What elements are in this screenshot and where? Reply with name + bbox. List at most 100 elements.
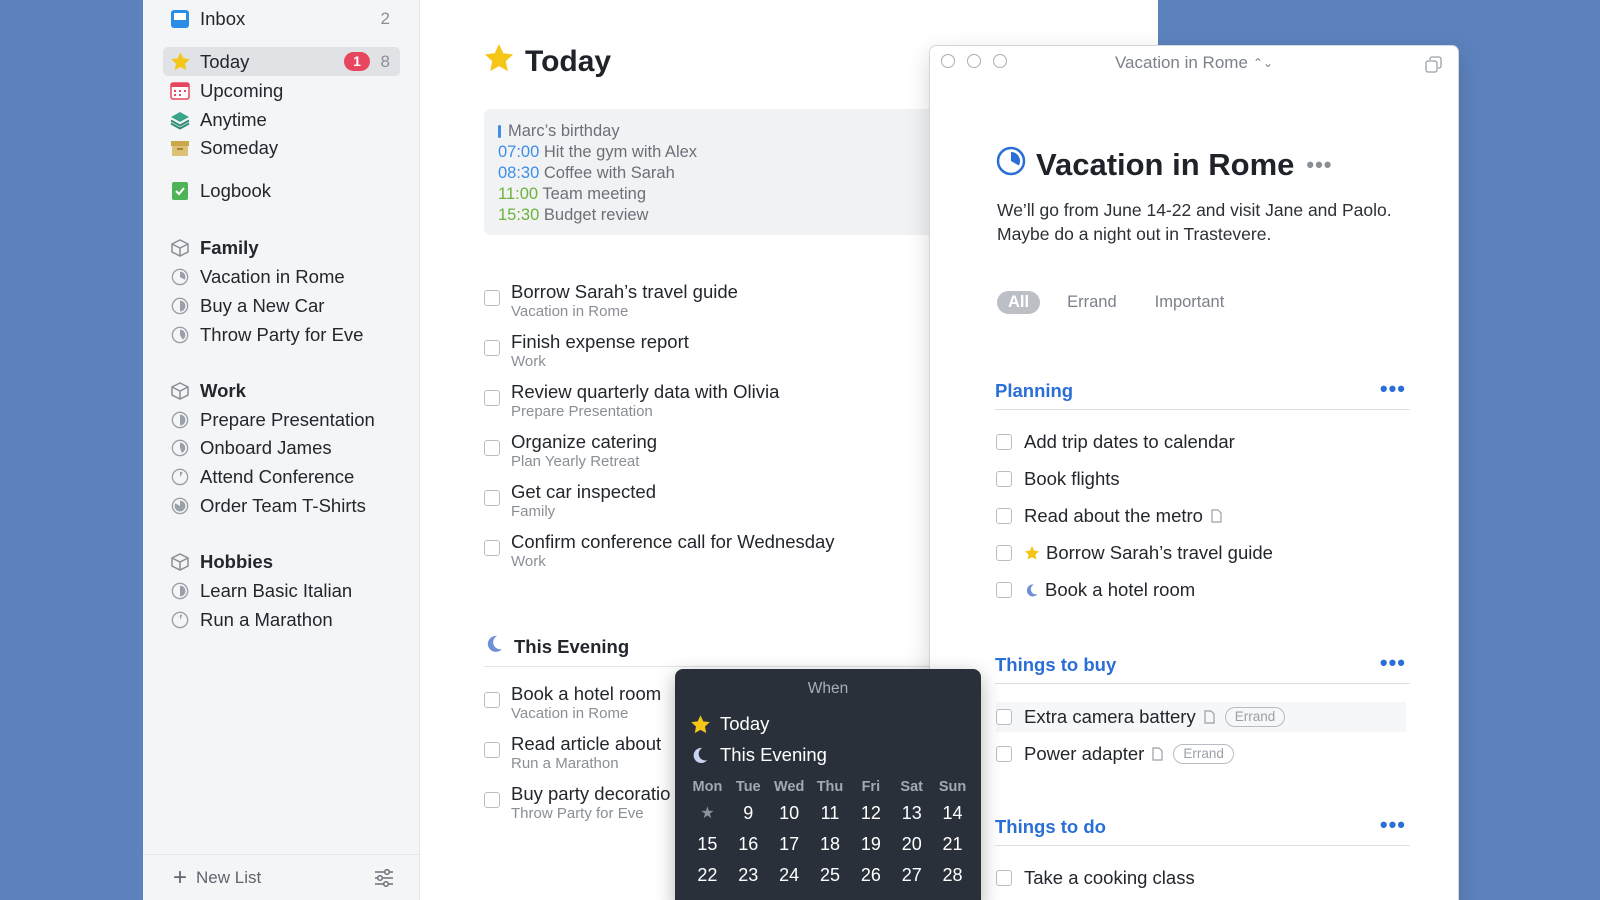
task-title: Extra camera battery: [1024, 706, 1196, 727]
task-checkbox[interactable]: [996, 508, 1012, 524]
task-title: Borrow Sarah’s travel guide: [511, 281, 738, 302]
sidebar-project[interactable]: Vacation in Rome: [163, 262, 400, 291]
today-star-date[interactable]: ★: [687, 803, 728, 824]
task-checkbox[interactable]: [996, 709, 1012, 725]
task-checkbox[interactable]: [484, 290, 500, 306]
sidebar-project[interactable]: Buy a New Car: [163, 291, 400, 320]
page-title: Today: [483, 42, 611, 82]
calendar-date[interactable]: 9: [728, 803, 769, 824]
heading-planning[interactable]: Planning •••: [995, 376, 1410, 410]
list-item[interactable]: Power adapter Errand: [996, 739, 1234, 769]
sidebar-item-today[interactable]: Today 1 8: [163, 47, 400, 76]
heading-things-to-buy[interactable]: Things to buy •••: [995, 650, 1410, 684]
task-checkbox[interactable]: [484, 742, 500, 758]
calendar-date[interactable]: 21: [932, 834, 973, 855]
calendar-date[interactable]: 22: [687, 865, 728, 886]
task-title: Power adapter: [1024, 743, 1145, 764]
list-item[interactable]: Organize catering Plan Yearly Retreat: [484, 431, 914, 475]
sidebar-item-upcoming[interactable]: Upcoming: [163, 76, 400, 105]
calendar-date[interactable]: 19: [850, 834, 891, 855]
task-checkbox[interactable]: [996, 471, 1012, 487]
event-time: 11:00: [498, 185, 539, 203]
area-family[interactable]: Family: [163, 233, 400, 262]
task-checkbox[interactable]: [484, 390, 500, 406]
sidebar-project[interactable]: Attend Conference: [163, 462, 400, 491]
new-list-button[interactable]: New List: [196, 868, 261, 888]
task-checkbox[interactable]: [484, 792, 500, 808]
task-checkbox[interactable]: [996, 545, 1012, 561]
sidebar-project[interactable]: Onboard James: [163, 433, 400, 462]
calendar-date[interactable]: 16: [728, 834, 769, 855]
calendar-icon: [169, 80, 191, 102]
calendar-date[interactable]: 12: [850, 803, 891, 824]
calendar-date[interactable]: 15: [687, 834, 728, 855]
calendar-date[interactable]: 14: [932, 803, 973, 824]
task-checkbox[interactable]: [484, 540, 500, 556]
when-option-this-evening[interactable]: This Evening: [690, 744, 827, 766]
sidebar-item-someday[interactable]: Someday: [163, 133, 400, 162]
calendar-date[interactable]: 28: [932, 865, 973, 886]
sidebar-project[interactable]: Throw Party for Eve: [163, 320, 400, 349]
calendar-date[interactable]: 17: [769, 834, 810, 855]
task-checkbox[interactable]: [484, 440, 500, 456]
more-options-icon[interactable]: •••: [1380, 376, 1406, 402]
list-item[interactable]: Finish expense report Work: [484, 331, 914, 375]
calendar-date[interactable]: 26: [850, 865, 891, 886]
sidebar-item-logbook[interactable]: Logbook: [163, 176, 400, 205]
project-notes[interactable]: We’ll go from June 14-22 and visit Jane …: [997, 198, 1397, 246]
list-item[interactable]: Take a cooking class: [996, 863, 1195, 893]
calendar-date[interactable]: 27: [891, 865, 932, 886]
copy-window-icon[interactable]: [1425, 56, 1442, 78]
sidebar-project[interactable]: Prepare Presentation: [163, 405, 400, 434]
calendar-date[interactable]: 13: [891, 803, 932, 824]
list-item[interactable]: Borrow Sarah’s travel guide Vacation in R…: [484, 281, 914, 325]
heading-things-to-do[interactable]: Things to do •••: [995, 812, 1410, 846]
area-label: Hobbies: [200, 550, 273, 572]
list-item[interactable]: Confirm conference call for Wednesday Wor…: [484, 531, 914, 575]
calendar-date[interactable]: 24: [769, 865, 810, 886]
calendar-date[interactable]: 10: [769, 803, 810, 824]
task-project: Vacation in Rome: [511, 303, 629, 320]
sliders-icon[interactable]: [374, 868, 394, 892]
tag-filter-errand[interactable]: Errand: [1056, 291, 1128, 314]
project-title-text[interactable]: Vacation in Rome: [1036, 147, 1294, 183]
project-label: Attend Conference: [200, 465, 355, 487]
tag-filter-important[interactable]: Important: [1144, 291, 1236, 314]
calendar-date[interactable]: 20: [891, 834, 932, 855]
list-item[interactable]: Get car inspected Family: [484, 481, 914, 525]
list-item[interactable]: Extra camera battery Errand: [996, 702, 1406, 732]
area-work[interactable]: Work: [163, 376, 400, 405]
sidebar-project[interactable]: Order Team T-Shirts: [163, 491, 400, 520]
task-checkbox[interactable]: [996, 870, 1012, 886]
area-hobbies[interactable]: Hobbies: [163, 547, 400, 576]
when-option-today[interactable]: Today: [690, 713, 769, 735]
sidebar-item-anytime[interactable]: Anytime: [163, 105, 400, 134]
task-checkbox[interactable]: [484, 490, 500, 506]
sidebar-item-inbox[interactable]: Inbox 2: [163, 4, 400, 33]
task-title: Book a hotel room: [1045, 579, 1196, 600]
task-checkbox[interactable]: [996, 746, 1012, 762]
list-item[interactable]: Review quarterly data with Olivia Prepare…: [484, 381, 914, 425]
task-checkbox[interactable]: [484, 692, 500, 708]
task-checkbox[interactable]: [996, 434, 1012, 450]
date-grid: ★ 9 10 11 12 13 14 15 16 17 18 19 20 21 22 23 24 25 26 27 28: [687, 803, 973, 886]
sidebar-project[interactable]: Run a Marathon: [163, 605, 400, 634]
calendar-date[interactable]: 11: [810, 803, 851, 824]
task-checkbox[interactable]: [996, 582, 1012, 598]
window-title[interactable]: Vacation in Rome ⌃⌄: [930, 53, 1458, 73]
calendar-date[interactable]: 23: [728, 865, 769, 886]
list-item[interactable]: Book a hotel room: [996, 575, 1195, 605]
sidebar-project[interactable]: Learn Basic Italian: [163, 576, 400, 605]
more-options-icon[interactable]: •••: [1306, 152, 1332, 178]
more-options-icon[interactable]: •••: [1380, 650, 1406, 676]
list-item[interactable]: Book flights: [996, 464, 1120, 494]
more-options-icon[interactable]: •••: [1380, 812, 1406, 838]
calendar-date[interactable]: 18: [810, 834, 851, 855]
plus-icon[interactable]: +: [173, 865, 187, 890]
calendar-date[interactable]: 25: [810, 865, 851, 886]
list-item[interactable]: Read about the metro: [996, 501, 1222, 531]
list-item[interactable]: Borrow Sarah’s travel guide: [996, 538, 1273, 568]
task-checkbox[interactable]: [484, 340, 500, 356]
tag-filter-all[interactable]: All: [997, 291, 1041, 314]
list-item[interactable]: Add trip dates to calendar: [996, 427, 1235, 457]
